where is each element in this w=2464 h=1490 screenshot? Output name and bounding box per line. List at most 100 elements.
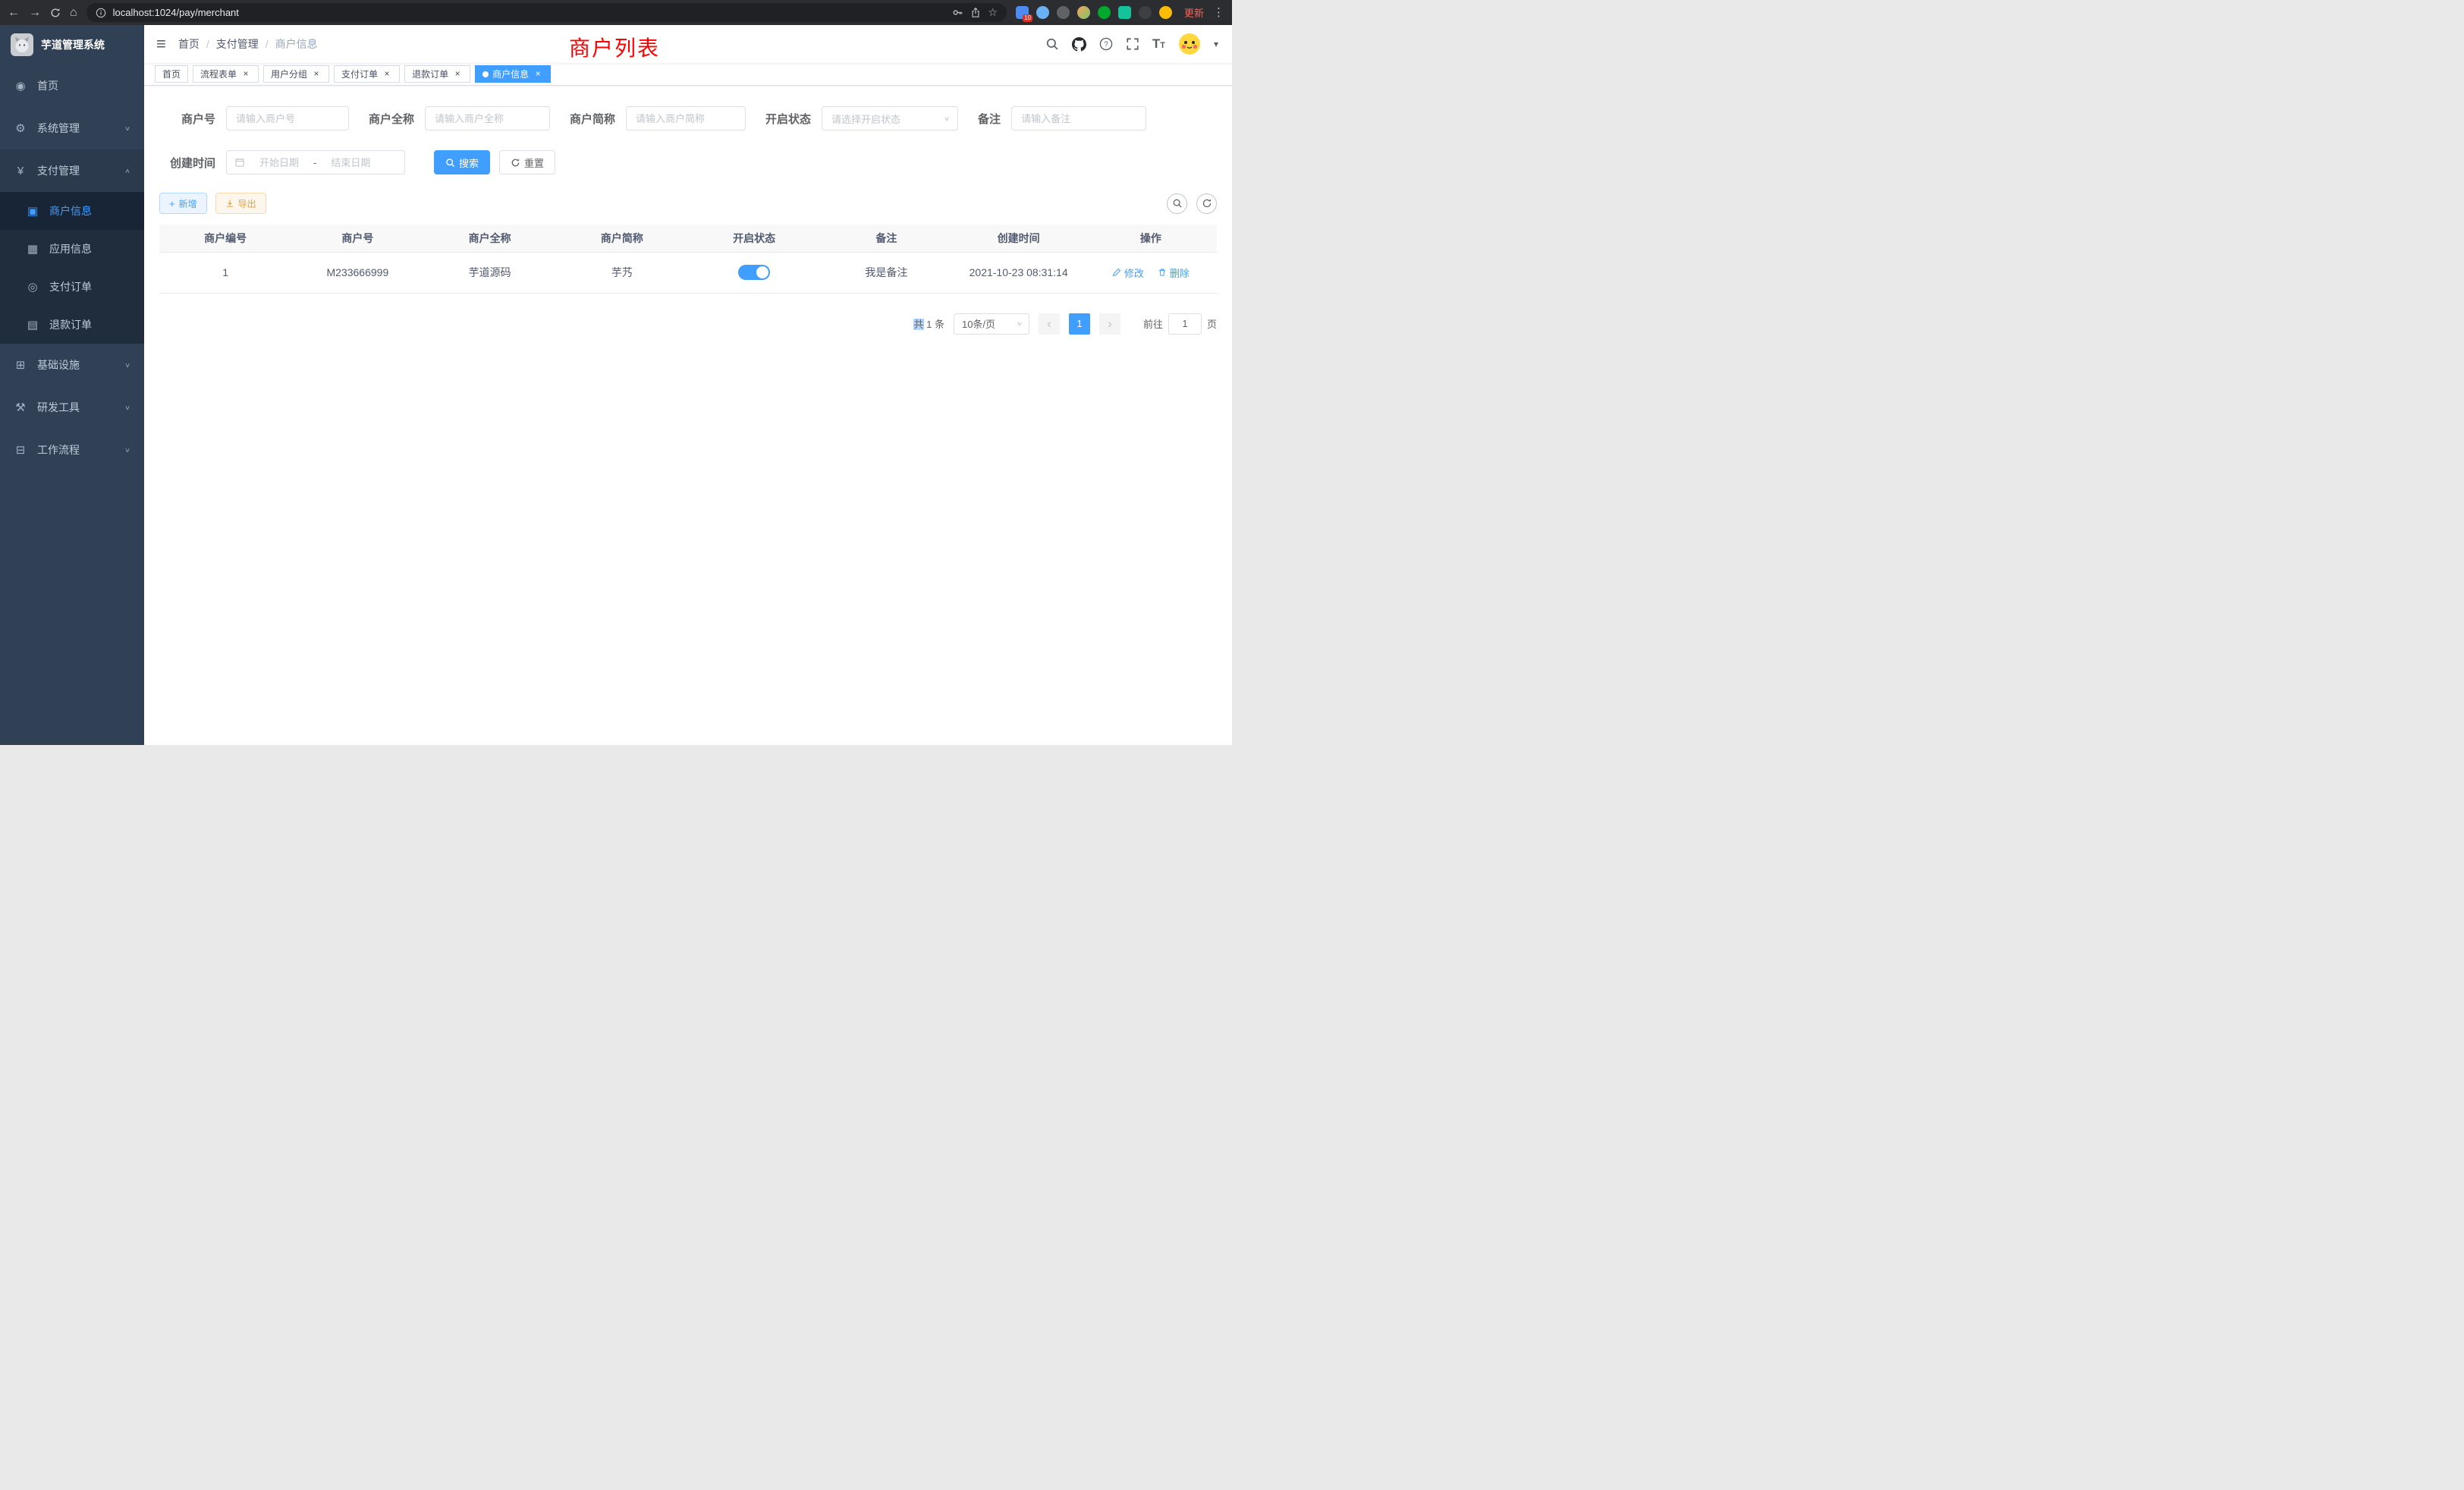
cell-actions: 修改 删除 — [1085, 252, 1217, 293]
plus-icon: + — [169, 199, 175, 209]
sidebar-toggle[interactable]: ≡ — [156, 36, 166, 52]
sidebar-item-label: 系统管理 — [37, 121, 80, 136]
top-navbar: ≡ 首页 / 支付管理 / 商户信息 商户列表 — [144, 25, 1232, 63]
add-button[interactable]: + 新增 — [159, 193, 207, 214]
tab-home[interactable]: 首页 — [155, 65, 188, 83]
next-page-button[interactable]: › — [1099, 313, 1120, 335]
breadcrumb-home[interactable]: 首页 — [178, 36, 200, 52]
help-icon[interactable]: ? — [1099, 37, 1113, 51]
extension-icon-6[interactable] — [1118, 6, 1131, 19]
home-button[interactable]: ⌂ — [70, 7, 77, 19]
date-end-input[interactable] — [319, 157, 382, 168]
dashboard-icon: ◉ — [14, 79, 27, 93]
tab-process-form[interactable]: 流程表单× — [193, 65, 259, 83]
credit-card-icon: ▣ — [26, 204, 39, 218]
th-merchant-no: 商户号 — [291, 225, 423, 252]
sidebar-item-app-info[interactable]: ▦ 应用信息 — [0, 230, 144, 268]
grid-icon: ▦ — [26, 242, 39, 256]
password-key-icon[interactable] — [952, 7, 963, 18]
sidebar-item-payment-management[interactable]: ¥ 支付管理 ∧ — [0, 149, 144, 192]
close-icon[interactable]: × — [452, 69, 463, 80]
filter-label-status: 开启状态 — [765, 111, 811, 127]
breadcrumb-current: 商户信息 — [275, 36, 318, 52]
remark-input[interactable] — [1011, 106, 1146, 130]
page-button-1[interactable]: 1 — [1069, 313, 1090, 335]
goto-page-input[interactable] — [1168, 313, 1202, 335]
github-icon[interactable] — [1072, 37, 1086, 52]
table-toolbar: + 新增 导出 — [159, 193, 1217, 214]
sidebar-item-refund-order[interactable]: ▤ 退款订单 — [0, 306, 144, 344]
screen: ← → ⌂ localhost:1024/pay/merchant ☆ 10 — [0, 0, 1232, 745]
status-toggle[interactable] — [738, 265, 770, 280]
sidebar-menu: ◉ 首页 ⚙ 系统管理 ∨ ¥ 支付管理 ∧ ▣ 商户信息 — [0, 64, 144, 471]
extension-icon-4[interactable] — [1077, 6, 1090, 19]
forward-button[interactable]: → — [29, 7, 41, 19]
tab-merchant-info[interactable]: 商户信息× — [475, 65, 551, 83]
close-icon[interactable]: × — [533, 69, 543, 80]
toggle-search-button[interactable] — [1167, 193, 1187, 214]
refresh-table-button[interactable] — [1196, 193, 1217, 214]
app-logo[interactable]: 芋道管理系统 — [0, 25, 144, 64]
sidebar-item-payment-order[interactable]: ◎ 支付订单 — [0, 268, 144, 306]
browser-profile-avatar[interactable] — [1159, 6, 1172, 19]
date-range-separator: - — [313, 157, 316, 168]
breadcrumb-separator: / — [266, 38, 269, 50]
extension-icon-2[interactable] — [1036, 6, 1049, 19]
filter-full-name: 商户全称 — [369, 106, 550, 130]
search-icon[interactable] — [1045, 37, 1059, 51]
close-icon[interactable]: × — [240, 69, 251, 80]
fullscreen-icon[interactable] — [1126, 37, 1139, 51]
th-remark: 备注 — [820, 225, 952, 252]
sidebar-item-label: 工作流程 — [37, 442, 80, 457]
caret-down-icon[interactable]: ▾ — [1214, 39, 1218, 49]
share-icon[interactable] — [970, 7, 981, 18]
status-select[interactable]: 请选择开启状态 ∨ — [822, 106, 958, 130]
prev-page-button[interactable]: ‹ — [1039, 313, 1060, 335]
date-start-input[interactable] — [248, 157, 310, 168]
browser-menu-button[interactable]: ⋮ — [1213, 7, 1224, 18]
chevron-up-icon: ∧ — [124, 167, 130, 174]
delete-link[interactable]: 删除 — [1158, 266, 1190, 280]
sidebar-item-label: 基础设施 — [37, 357, 80, 372]
reload-button[interactable] — [50, 8, 61, 18]
cell-merchant-no: M233666999 — [291, 252, 423, 293]
close-icon[interactable]: × — [382, 69, 392, 80]
export-button[interactable]: 导出 — [215, 193, 266, 214]
browser-update-button[interactable]: 更新 — [1184, 5, 1204, 20]
extension-badge: 10 — [1023, 14, 1032, 22]
reset-button[interactable]: 重置 — [499, 150, 555, 174]
extension-icon-5[interactable] — [1098, 6, 1111, 19]
search-button[interactable]: 搜索 — [434, 150, 490, 174]
bookmark-star-icon[interactable]: ☆ — [988, 6, 998, 19]
sidebar-item-system-management[interactable]: ⚙ 系统管理 ∨ — [0, 107, 144, 149]
site-info-icon[interactable] — [96, 8, 106, 18]
extension-icon-7[interactable] — [1139, 6, 1152, 19]
full-name-input[interactable] — [425, 106, 550, 130]
extension-icon-3[interactable] — [1057, 6, 1070, 19]
merchant-no-input[interactable] — [226, 106, 349, 130]
goto-label: 前往 — [1143, 316, 1163, 331]
sidebar-item-infrastructure[interactable]: ⊞ 基础设施 ∨ — [0, 344, 144, 386]
back-button[interactable]: ← — [8, 7, 20, 19]
extension-icon-1[interactable]: 10 — [1016, 6, 1029, 19]
filter-label-short-name: 商户简称 — [570, 111, 615, 127]
document-icon: ▤ — [26, 318, 39, 332]
sidebar-item-workflow[interactable]: ⊟ 工作流程 ∨ — [0, 429, 144, 471]
font-size-icon[interactable]: TT — [1152, 36, 1165, 52]
create-time-range-picker[interactable]: - — [226, 150, 405, 174]
tab-user-group[interactable]: 用户分组× — [263, 65, 329, 83]
close-icon[interactable]: × — [311, 69, 322, 80]
th-status: 开启状态 — [688, 225, 820, 252]
sidebar-item-merchant-info[interactable]: ▣ 商户信息 — [0, 192, 144, 230]
tab-refund-order[interactable]: 退款订单× — [404, 65, 470, 83]
breadcrumb-payment[interactable]: 支付管理 — [216, 36, 259, 52]
address-bar[interactable]: localhost:1024/pay/merchant ☆ — [86, 3, 1007, 22]
short-name-input[interactable] — [626, 106, 746, 130]
edit-link[interactable]: 修改 — [1112, 266, 1144, 280]
cell-create-time: 2021-10-23 08:31:14 — [953, 252, 1085, 293]
page-size-select[interactable]: 10条/页 ∨ — [954, 313, 1029, 335]
user-avatar[interactable] — [1178, 33, 1201, 55]
tab-payment-order[interactable]: 支付订单× — [334, 65, 400, 83]
sidebar-item-dev-tools[interactable]: ⚒ 研发工具 ∨ — [0, 386, 144, 429]
sidebar-item-home[interactable]: ◉ 首页 — [0, 64, 144, 107]
